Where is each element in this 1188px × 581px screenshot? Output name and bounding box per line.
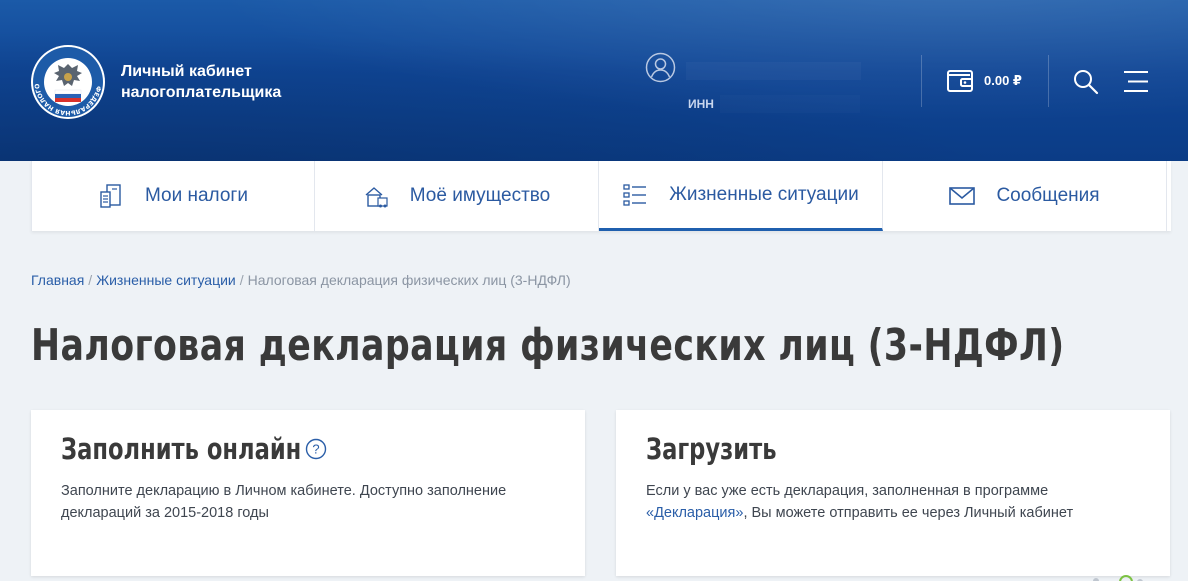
inn-label: ИНН	[688, 97, 714, 111]
top-header: ФЕДЕРАЛЬНАЯ НАЛОГОВАЯ СЛУЖБА Личный каби…	[0, 0, 1188, 161]
declaration-program-link[interactable]: «Декларация»	[646, 505, 743, 521]
search-icon[interactable]	[1072, 68, 1099, 95]
wallet-icon[interactable]	[946, 67, 975, 94]
brand-line-2: налогоплательщика	[121, 84, 282, 101]
property-icon	[365, 187, 388, 208]
fill-online-card[interactable]: Заполнить онлайн ? Заполните декларацию …	[31, 410, 585, 576]
card-description: Заполните декларацию в Личном кабинете. …	[61, 483, 507, 521]
fns-emblem-logo[interactable]: ФЕДЕРАЛЬНАЯ НАЛОГОВАЯ СЛУЖБА	[30, 44, 106, 120]
help-icon[interactable]: ?	[305, 438, 327, 460]
tab-my-property[interactable]: Моё имущество	[315, 161, 599, 231]
tab-label: Моё имущество	[409, 185, 551, 206]
card-text-before: Если у вас уже есть декларация, заполнен…	[646, 483, 1049, 499]
hamburger-menu-icon[interactable]	[1123, 70, 1149, 93]
breadcrumb-home-link[interactable]: Главная	[31, 272, 84, 288]
page-title: Налоговая декларация физических лиц (3-Н…	[31, 320, 1065, 371]
breadcrumb-separator: /	[239, 272, 244, 288]
user-profile-icon[interactable]	[645, 52, 676, 83]
breadcrumb-separator: /	[88, 272, 93, 288]
header-divider	[1048, 55, 1049, 107]
tab-label: Жизненные ситуации	[669, 183, 859, 205]
balance-amount[interactable]: 0.00 ₽	[984, 73, 1022, 89]
card-description: Если у вас уже есть декларация, заполнен…	[646, 481, 1146, 524]
list-icon	[623, 183, 647, 206]
user-name[interactable]	[686, 62, 861, 80]
card-text-after: , Вы можете отправить ее через Личный ка…	[743, 504, 1074, 521]
brand-title[interactable]: Личный кабинет налогоплательщика	[121, 61, 341, 103]
breadcrumb-current: Налоговая декларация физических лиц (3-Н…	[247, 272, 571, 288]
tab-label: Сообщения	[996, 185, 1100, 206]
envelope-icon	[949, 187, 976, 205]
tab-life-situations[interactable]: Жизненные ситуации	[599, 161, 883, 231]
tab-my-taxes[interactable]: Мои налоги	[31, 161, 315, 231]
main-nav: Мои налоги Моё имущество Жизненные ситуа…	[31, 161, 1171, 231]
brand-line-1: Личный кабинет	[121, 63, 252, 80]
upload-card[interactable]: Загрузить Если у вас уже есть декларация…	[616, 410, 1170, 576]
tax-docs-icon	[100, 184, 121, 208]
breadcrumb-section-link[interactable]: Жизненные ситуации	[96, 272, 236, 288]
tab-label: Мои налоги	[145, 185, 248, 206]
tab-messages[interactable]: Сообщения	[883, 161, 1167, 231]
card-title: Загрузить	[646, 432, 777, 466]
card-title: Заполнить онлайн	[61, 432, 302, 466]
inn-value	[720, 95, 860, 113]
breadcrumb: Главная / Жизненные ситуации / Налоговая дек…	[31, 272, 571, 288]
chat-widget-peek[interactable]	[1088, 572, 1148, 581]
svg-text:?: ?	[312, 442, 319, 457]
header-divider	[921, 55, 922, 107]
